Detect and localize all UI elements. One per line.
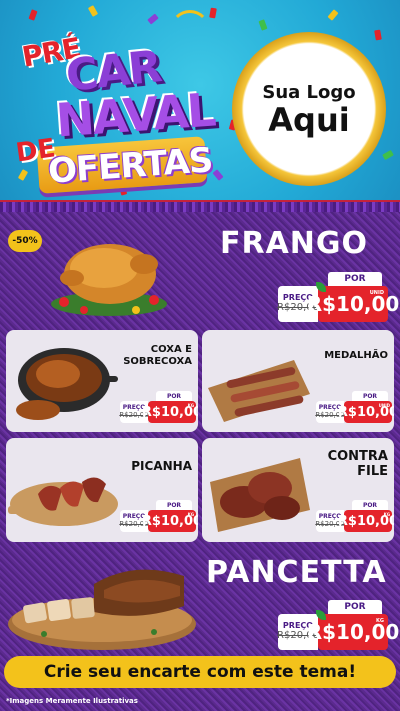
carnival-title-logo: PRÉ CAR NAVAL DE OFERTAS — [8, 18, 218, 198]
price-unit: KG — [187, 403, 194, 408]
price-tag-pancetta: PREÇO R$20,00 POR R$10,00 KG — [277, 600, 399, 650]
cta-banner[interactable]: Crie seu encarte com este tema! — [4, 656, 396, 688]
product-card-contra-file: CONTRA FILE PREÇO R$20,00 POR R$10,00 KG — [202, 438, 394, 542]
confetti-piece — [87, 5, 99, 17]
price-tag-frango: PREÇO R$20,00 POR R$10,00 UNID — [277, 272, 399, 322]
product-name-text: CONTRA FILE — [327, 449, 388, 479]
confetti-piece — [327, 9, 339, 21]
product-name-frango: FRANGO — [220, 226, 369, 261]
discount-badge: -50% — [8, 230, 42, 252]
por-label: POR — [328, 600, 382, 614]
price-tag: PREÇO R$20,00 POR R$10,00 UNID — [315, 391, 394, 423]
contra-file-steaks-image — [210, 458, 310, 532]
price-unit: KG — [187, 512, 194, 517]
new-price: R$10,00 — [306, 292, 400, 316]
price-tag: PREÇO R$20,00 POR R$10,00 KG — [119, 500, 198, 532]
product-name: CONTRA FILE — [327, 449, 388, 480]
medallion-skewers-image — [208, 360, 310, 422]
chicken-leg-pan-image — [16, 348, 118, 420]
sliced-picanha-image — [8, 477, 118, 526]
new-price-box: POR R$10,00 UNID — [338, 391, 394, 423]
disclaimer-text: *Imagens Meramente Ilustrativas — [6, 697, 138, 705]
price-unit: UNID — [369, 290, 384, 296]
product-name-text: MEDALHÃO — [324, 350, 388, 361]
por-label: POR — [352, 391, 388, 401]
por-label: POR — [328, 272, 382, 286]
roast-chicken-image — [51, 244, 167, 316]
confetti-piece — [374, 29, 382, 41]
price-unit: KG — [383, 512, 390, 517]
por-label: POR — [156, 500, 192, 510]
new-price-box: POR R$10,00 KG — [338, 500, 394, 532]
price-unit: UNID — [378, 403, 390, 408]
product-name: PICANHA — [131, 459, 192, 474]
price-tag: PREÇO R$20,00 POR R$10,00 KG — [315, 500, 394, 532]
product-name-text: PICANHA — [131, 459, 192, 473]
product-card-coxa: COXA E SOBRECOXA PREÇO R$20,00 POR R$10,… — [6, 330, 198, 432]
por-label: POR — [156, 391, 192, 401]
product-card-medalhao: MEDALHÃO PREÇO R$20,00 POR R$10,00 UNID — [202, 330, 394, 432]
header-banner: PRÉ CAR NAVAL DE OFERTAS Sua Logo Aqui — [0, 0, 400, 212]
price-tag: PREÇO R$20,00 POR R$10,00 KG — [119, 391, 198, 423]
new-price-box: POR R$10,00 KG — [307, 600, 399, 650]
confetti-piece — [209, 7, 217, 19]
store-logo-placeholder: Sua Logo Aqui — [232, 32, 386, 186]
new-price-box: POR R$10,00 KG — [142, 500, 198, 532]
logo-line-2: Aqui — [268, 100, 350, 139]
pancetta-board-image — [8, 569, 196, 650]
product-name-pancetta: PANCETTA — [206, 555, 387, 590]
new-price: R$10,00 — [306, 620, 400, 644]
product-name-text: COXA E SOBRECOXA — [123, 344, 192, 367]
confetti-piece — [382, 149, 394, 161]
new-price-box: POR R$10,00 UNID — [307, 272, 399, 322]
por-label: POR — [352, 500, 388, 510]
product-card-picanha: PICANHA PREÇO R$20,00 POR R$10,00 KG — [6, 438, 198, 542]
product-name: COXA E SOBRECOXA — [123, 344, 192, 367]
product-name: MEDALHÃO — [324, 350, 388, 362]
new-price-box: POR R$10,00 KG — [142, 391, 198, 423]
price-unit: KG — [376, 618, 384, 624]
confetti-piece — [258, 19, 268, 31]
